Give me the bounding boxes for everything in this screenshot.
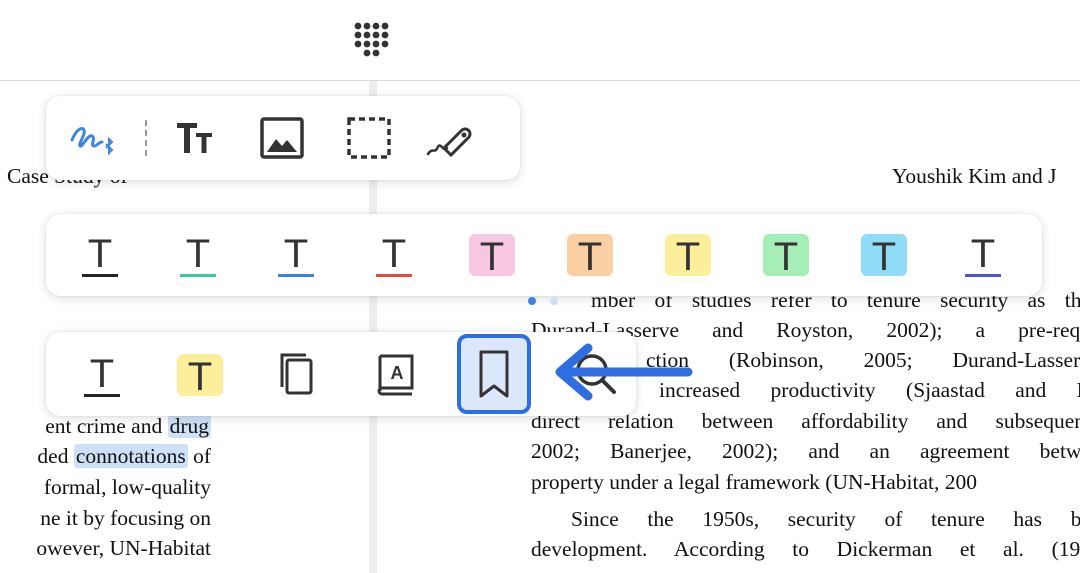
right-page-line: development. According to Dickerman et a…: [531, 537, 1080, 561]
right-page-line: increased productivity (Sjaastad and B: [659, 378, 1080, 402]
underline-button[interactable]: T: [74, 346, 130, 402]
text-tool-button[interactable]: [168, 110, 224, 166]
svg-text:T: T: [971, 232, 995, 276]
dictionary-icon: A: [377, 354, 414, 396]
left-page-line: formal, low-quality: [43, 475, 211, 499]
copy-button[interactable]: [270, 346, 326, 402]
underline-color-button[interactable]: T: [268, 226, 324, 282]
highlight-button[interactable]: T: [172, 346, 228, 402]
bookmark-icon: [479, 350, 509, 398]
underline-color-button[interactable]: T: [170, 226, 226, 282]
highlight-color-button[interactable]: T: [660, 226, 716, 282]
top-bar: [0, 0, 1080, 81]
svg-text:T: T: [676, 235, 700, 279]
svg-text:T: T: [88, 232, 112, 276]
highlighted-word[interactable]: connotations: [73, 444, 188, 468]
signature-tool-button[interactable]: [422, 110, 478, 166]
copy-icon: [280, 353, 313, 395]
highlight-color-button[interactable]: T: [856, 226, 912, 282]
pen-tool-button[interactable]: [66, 110, 122, 166]
underline-icon: T: [180, 232, 216, 277]
svg-text:T: T: [382, 232, 406, 276]
left-page-line: ent crime and drug: [45, 414, 211, 438]
underline-color-button[interactable]: T: [72, 226, 128, 282]
dictionary-button[interactable]: A: [368, 346, 424, 402]
right-page-line: property under a legal framework (UN-Hab…: [531, 470, 977, 494]
svg-text:T: T: [480, 235, 504, 279]
left-page-line: ded connotations of: [37, 444, 211, 468]
image-tool-button[interactable]: [254, 110, 310, 166]
highlight-icon: T: [665, 234, 711, 279]
highlight-icon: T: [861, 234, 907, 279]
underline-icon: T: [376, 232, 412, 277]
svg-text:T: T: [872, 235, 896, 279]
text-style-palette: TTTTTTTTTT: [46, 214, 1042, 296]
svg-text:T: T: [188, 355, 212, 399]
svg-text:T: T: [578, 235, 602, 279]
pen-bluetooth-icon: [70, 126, 114, 156]
underline-icon: T: [278, 232, 314, 277]
underline-icon: T: [84, 352, 120, 397]
right-page-line: ction (Robinson, 2005; Durand-Lasserv: [646, 348, 1080, 372]
svg-text:T: T: [186, 232, 210, 276]
page-dot[interactable]: [550, 297, 558, 305]
svg-text:T: T: [90, 352, 114, 396]
toolbar-separator: [145, 120, 147, 156]
area-select-button[interactable]: [341, 110, 397, 166]
tutorial-arrow-icon: [555, 343, 693, 401]
apps-grid-icon[interactable]: [354, 22, 390, 58]
underline-icon: T: [82, 232, 118, 277]
svg-text:A: A: [391, 363, 404, 383]
highlighted-word[interactable]: drug: [167, 414, 211, 438]
left-page-line: ne it by focusing on: [40, 506, 211, 530]
text-tool-icon: [177, 123, 212, 153]
underline-icon: T: [965, 232, 1001, 277]
underline-color-button[interactable]: T: [955, 226, 1011, 282]
highlight-color-button[interactable]: T: [464, 226, 520, 282]
highlight-icon: T: [177, 354, 223, 399]
page-dot-active[interactable]: [528, 297, 536, 305]
highlight-color-button[interactable]: T: [758, 226, 814, 282]
svg-text:T: T: [284, 232, 308, 276]
left-page-line: owever, UN-Habitat: [36, 536, 211, 560]
area-select-icon: [347, 117, 391, 159]
svg-text:T: T: [774, 235, 798, 279]
underline-color-button[interactable]: T: [366, 226, 422, 282]
right-page-header: Youshik Kim and J: [892, 164, 1057, 188]
bookmark-button[interactable]: [457, 334, 531, 414]
right-page-line: 2002; Banerjee, 2002); and an agreement …: [531, 439, 1080, 463]
image-icon: [260, 117, 304, 159]
signature-icon: [426, 127, 472, 158]
highlight-icon: T: [567, 234, 613, 279]
highlight-icon: T: [763, 234, 809, 279]
tool-palette: [46, 96, 520, 180]
highlight-icon: T: [469, 234, 515, 279]
right-page-line: Since the 1950s, security of tenure has …: [571, 507, 1080, 531]
highlight-color-button[interactable]: T: [562, 226, 618, 282]
